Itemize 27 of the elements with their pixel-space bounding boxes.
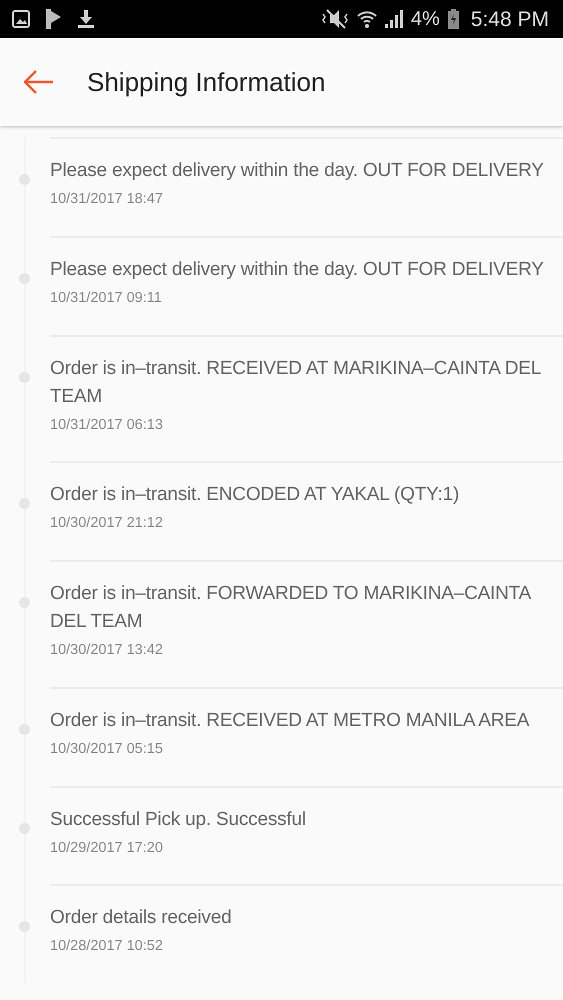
back-arrow-icon[interactable] [24,70,54,94]
signal-icon [384,10,403,28]
event-message: Successful Pick up. Successful [50,808,307,832]
event-timestamp: 10/29/2017 17:20 [50,838,164,858]
event-message: Order is in–transit. FORWARDED TO MARIKINA–CAINTA DEL TEAM [50,582,532,634]
download-icon [78,10,94,28]
flag-icon [46,9,62,29]
event-message: Order details received [50,906,232,930]
mute-icon [320,9,349,29]
event-message: Order is in–transit. RECEIVED AT METRO MANILA AREA [50,708,530,733]
page-title: Shipping Information [87,66,326,98]
event-timestamp: 10/31/2017 06:13 [50,416,164,434]
event-timestamp: 10/31/2017 18:47 [50,190,164,209]
battery-percentage: 4% [410,9,440,29]
battery-icon [448,9,459,29]
event-timestamp: 10/30/2017 05:15 [50,740,164,759]
event-timestamp: 10/28/2017 10:52 [50,937,164,956]
event-timestamp: 10/30/2017 21:12 [50,514,164,534]
event-timestamp: 10/31/2017 09:11 [50,288,163,308]
event-timestamp: 10/30/2017 13:42 [50,641,164,660]
event-message: Please expect delivery within the day. OUT FOR DELIVERY [50,159,545,183]
image-icon [12,10,30,28]
wifi-icon [356,9,377,29]
event-message: Order is in–transit. RECEIVED AT MARIKINA–CAINTA DEL TEAM [50,356,542,408]
event-message: Order is in–transit. ENCODED AT YAKAL (QTY:1) [50,483,460,508]
event-message: Please expect delivery within the day. OUT FOR DELIVERY [50,258,545,282]
clock: 5:48 PM [470,8,549,30]
